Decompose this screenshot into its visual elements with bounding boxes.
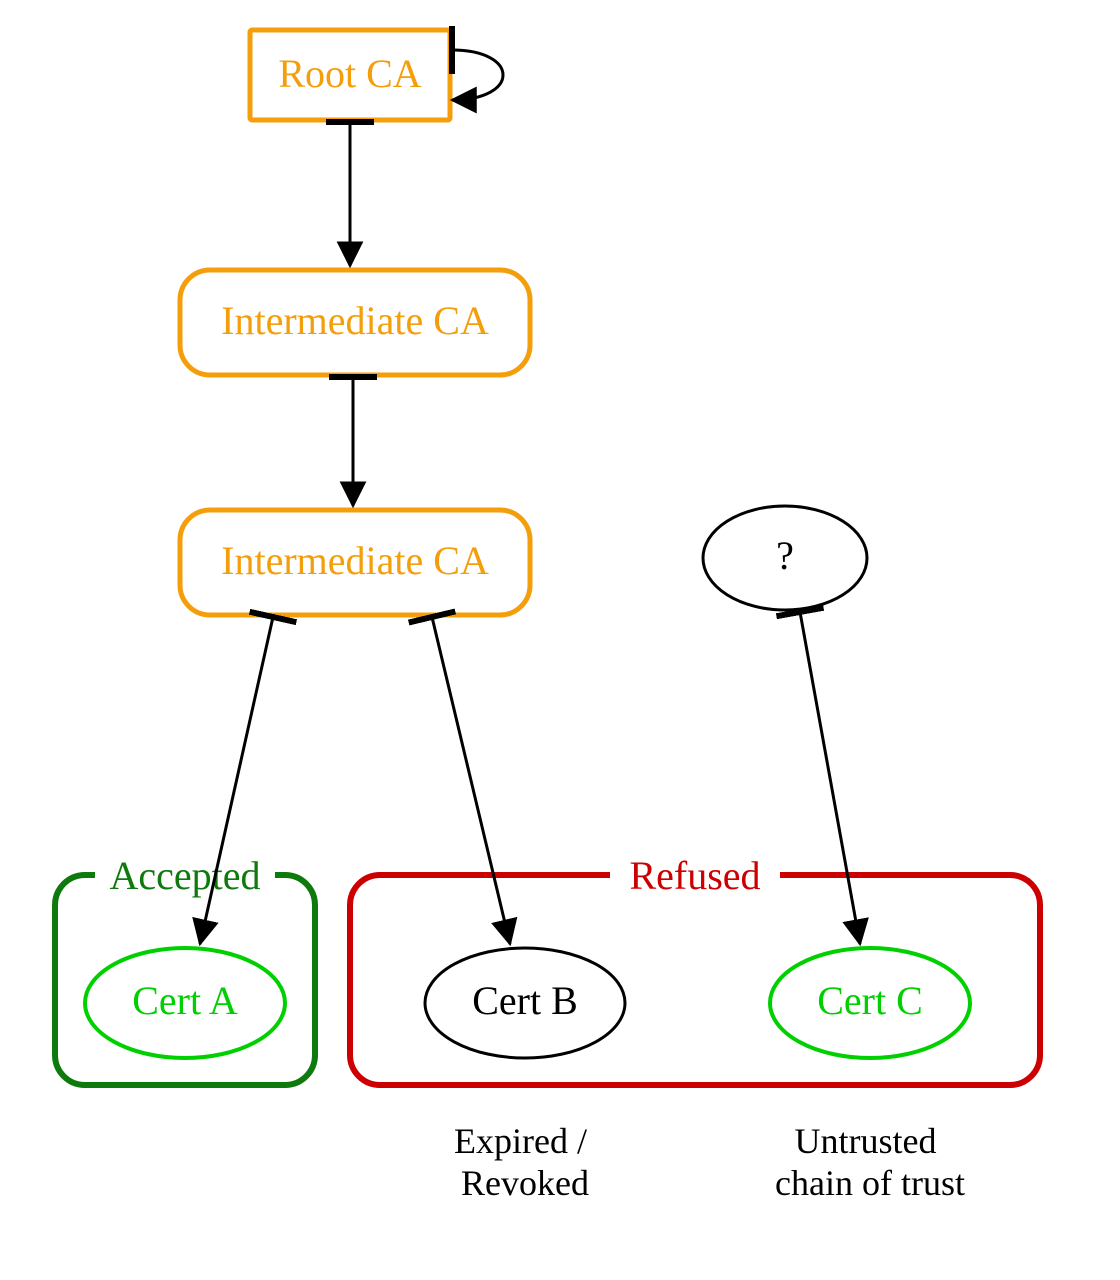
node-root-ca-label: Root CA [278, 51, 421, 96]
node-intermediate-ca-2: Intermediate CA [180, 510, 530, 615]
caption-cert-c: Untrusted chain of trust [775, 1121, 965, 1203]
caption-cert-c-line1: Untrusted [795, 1121, 937, 1161]
node-root-ca: Root CA [250, 30, 450, 120]
group-accepted-title: Accepted [109, 853, 260, 898]
node-unknown: ? [703, 506, 867, 610]
node-cert-c: Cert C [770, 948, 970, 1058]
edges [200, 50, 860, 944]
caption-cert-c-line2: chain of trust [775, 1163, 965, 1203]
edge-unknown-to-certC [800, 612, 860, 944]
node-cert-c-label: Cert C [817, 978, 923, 1023]
node-cert-b: Cert B [425, 948, 625, 1058]
edge-int2-to-certB [432, 617, 510, 944]
caption-cert-b-line2: Revoked [461, 1163, 589, 1203]
node-cert-a: Cert A [85, 948, 285, 1058]
edge-root-self-sign [452, 50, 503, 100]
svg-text:Untrusted chain of trust: Untrusted chain of trust [775, 1121, 965, 1203]
node-intermediate-ca-1: Intermediate CA [180, 270, 530, 375]
node-cert-b-label: Cert B [472, 978, 578, 1023]
svg-text:Expired / Revoked: Expired / Revoked [454, 1121, 596, 1203]
node-cert-a-label: Cert A [132, 978, 238, 1023]
node-intermediate-ca-1-label: Intermediate CA [221, 298, 489, 343]
group-refused-title: Refused [629, 853, 760, 898]
caption-cert-b: Expired / Revoked [454, 1121, 596, 1203]
node-unknown-label: ? [776, 533, 794, 578]
caption-cert-b-line1: Expired / [454, 1121, 587, 1161]
node-intermediate-ca-2-label: Intermediate CA [221, 538, 489, 583]
